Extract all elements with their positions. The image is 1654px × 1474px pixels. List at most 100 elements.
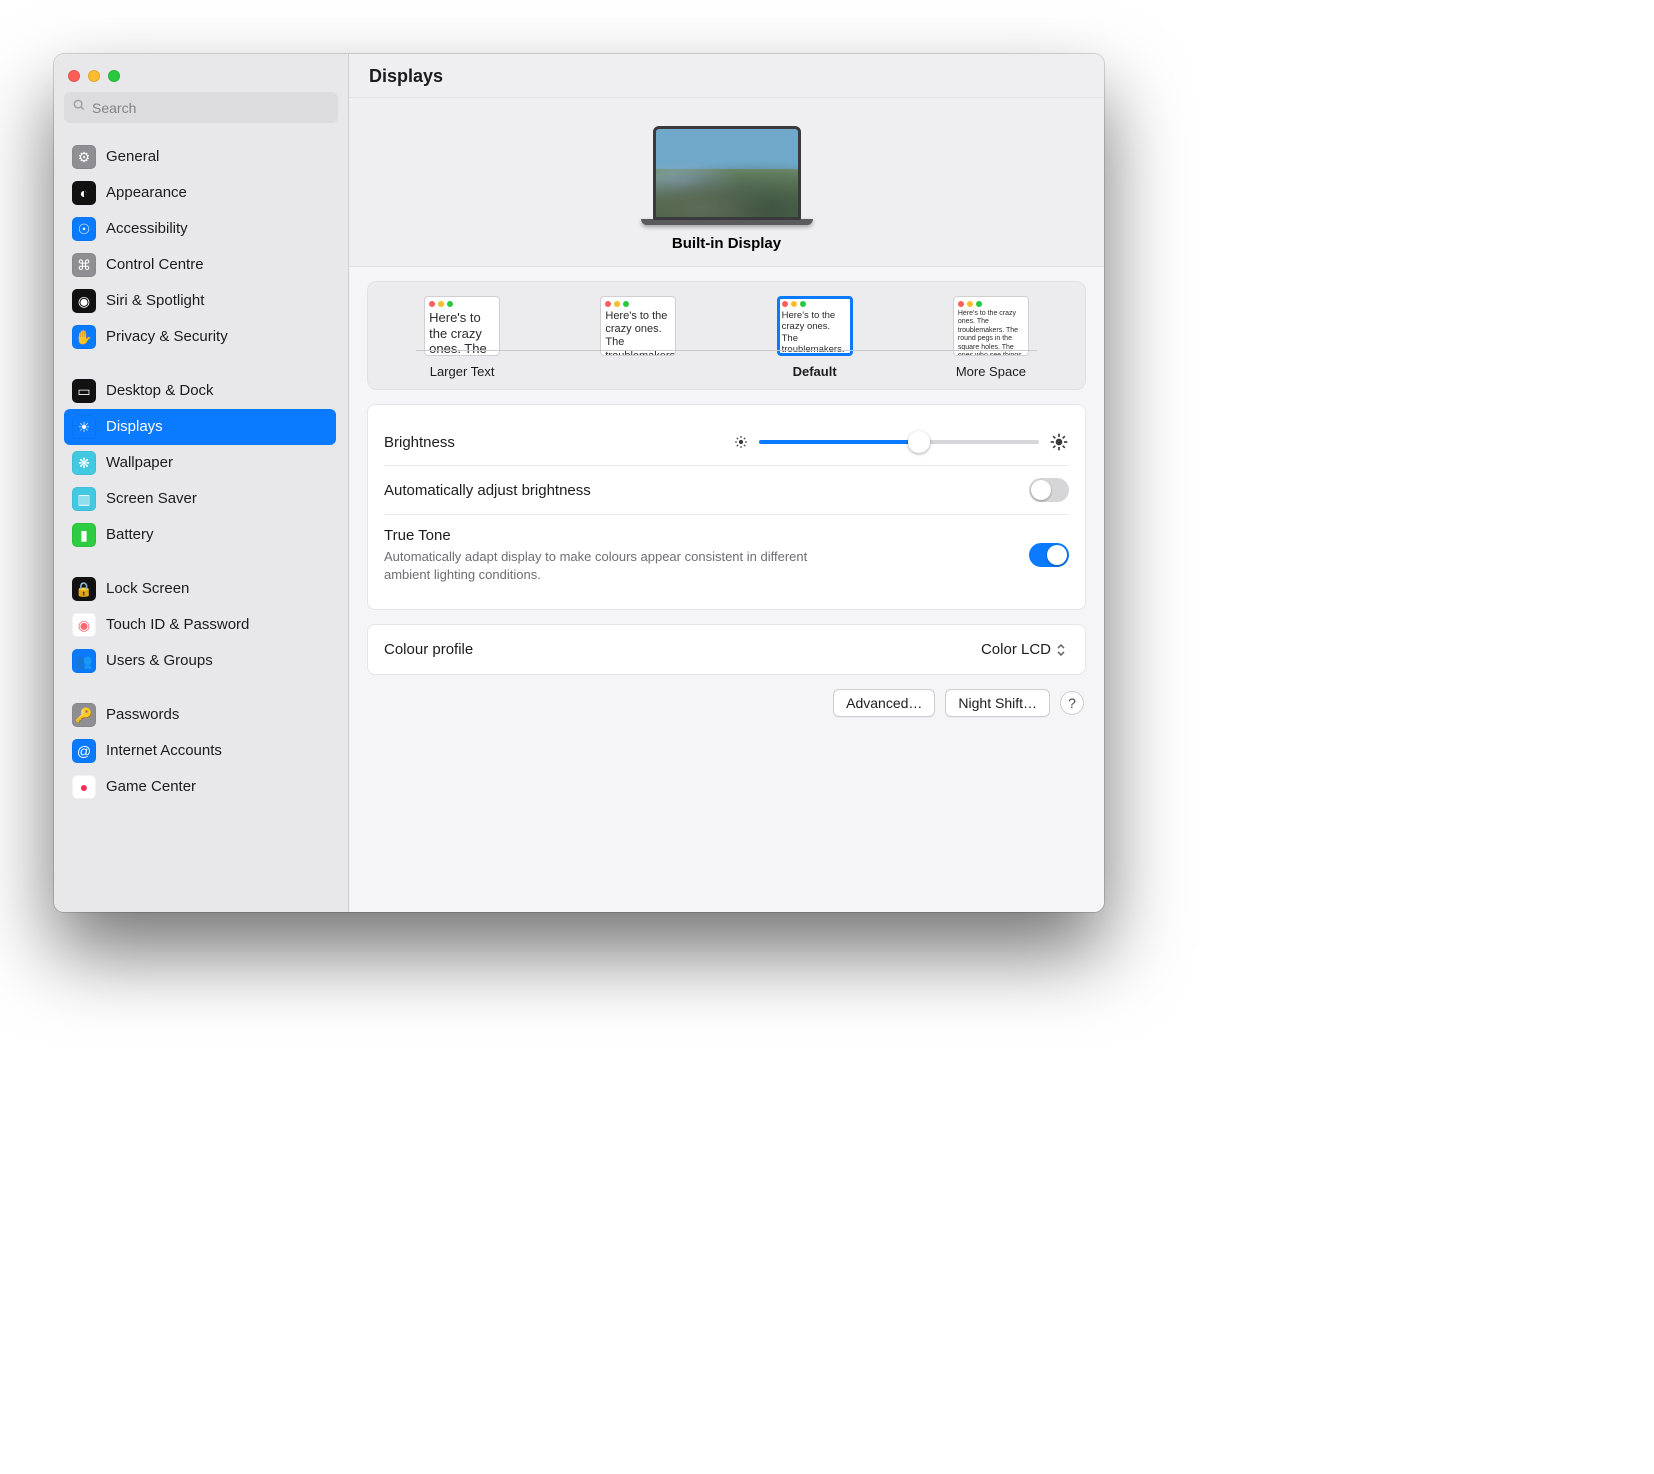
screen-saver-icon: ▥ <box>72 487 96 511</box>
sidebar-item-displays[interactable]: ☀︎ Displays <box>64 409 336 445</box>
displays-icon: ☀︎ <box>72 415 96 439</box>
siri-spotlight-icon: ◉ <box>72 289 96 313</box>
brightness-low-icon <box>733 434 749 450</box>
sidebar-item-privacy-security[interactable]: ✋ Privacy & Security <box>64 319 336 355</box>
sidebar-item-touch-id[interactable]: ◉ Touch ID & Password <box>64 607 336 643</box>
display-settings-card: Brightness <box>367 404 1086 610</box>
sidebar-item-label: Users & Groups <box>106 652 213 670</box>
sidebar-item-label: Appearance <box>106 184 187 202</box>
resolution-column: Here's to the crazy ones. The troublemak… <box>378 296 546 379</box>
sidebar-item-wallpaper[interactable]: ❋ Wallpaper <box>64 445 336 481</box>
resolution-option-label <box>637 364 641 379</box>
sidebar-item-lock-screen[interactable]: 🔒 Lock Screen <box>64 571 336 607</box>
colour-profile-label: Colour profile <box>384 641 473 658</box>
display-name: Built-in Display <box>672 235 781 252</box>
sidebar-item-battery[interactable]: ▮ Battery <box>64 517 336 553</box>
brightness-row: Brightness <box>384 419 1069 465</box>
sidebar-item-appearance[interactable]: ◐ Appearance <box>64 175 336 211</box>
brightness-high-icon <box>1049 432 1069 452</box>
footer-actions: Advanced… Night Shift… ? <box>367 689 1086 717</box>
settings-window: ⚙︎ General ◐ Appearance ☉Accessibility⌘Contr… <box>54 54 1104 912</box>
colour-profile-card: Colour profile Color LCD <box>367 624 1086 675</box>
resolution-column: Here's to the crazy ones. The troublemak… <box>554 296 722 379</box>
wallpaper-icon: ❋ <box>72 451 96 475</box>
touch-id-icon: ◉ <box>72 613 96 637</box>
sidebar-item-siri-spotlight[interactable]: ◉ Siri & Spotlight <box>64 283 336 319</box>
brightness-label: Brightness <box>384 434 455 451</box>
display-screen-icon <box>653 126 801 220</box>
sidebar-item-desktop-dock[interactable]: ▭ Desktop & Dock <box>64 373 336 409</box>
sidebar-item-accessibility[interactable]: ☉Accessibility <box>64 211 336 247</box>
close-window-button[interactable] <box>68 70 80 82</box>
page-titlebar: Displays <box>349 54 1104 98</box>
sidebar-item-label: Touch ID & Password <box>106 616 249 634</box>
search-input[interactable] <box>92 100 330 116</box>
sidebar-item-passwords[interactable]: 🔑 Passwords <box>64 697 336 733</box>
sidebar-item-users-groups[interactable]: 👥Users & Groups <box>64 643 336 679</box>
help-button[interactable]: ? <box>1060 691 1084 715</box>
sidebar-item-label: Battery <box>106 526 154 544</box>
sidebar-item-screen-saver[interactable]: ▥ Screen Saver <box>64 481 336 517</box>
lock-screen-icon: 🔒 <box>72 577 96 601</box>
sidebar-item-label: Screen Saver <box>106 490 197 508</box>
resolution-option-label: Default <box>793 364 837 379</box>
colour-profile-value: Color LCD <box>981 641 1051 658</box>
general-icon: ⚙︎ <box>72 145 96 169</box>
resolution-option-default[interactable]: Here's to the crazy ones. The troublemak… <box>777 296 853 356</box>
true-tone-row: True Tone Automatically adapt display to… <box>384 514 1069 595</box>
resolution-card: Here's to the crazy ones. The troublemak… <box>367 281 1086 390</box>
sidebar-item-label: General <box>106 148 159 166</box>
resolution-option-more-space[interactable]: Here's to the crazy ones. The troublemak… <box>953 296 1029 356</box>
sidebar-item-label: Privacy & Security <box>106 328 228 346</box>
sidebar-item-game-center[interactable]: ● Game Center <box>64 769 336 805</box>
chevron-up-down-icon <box>1055 642 1069 658</box>
true-tone-label: True Tone <box>384 527 844 544</box>
auto-brightness-row: Automatically adjust brightness <box>384 465 1069 514</box>
brightness-slider[interactable] <box>759 431 1039 453</box>
battery-icon: ▮ <box>72 523 96 547</box>
sidebar-item-control-centre[interactable]: ⌘Control Centre <box>64 247 336 283</box>
privacy-security-icon: ✋ <box>72 325 96 349</box>
laptop-icon <box>647 126 807 225</box>
sidebar-item-label: Displays <box>106 418 163 436</box>
colour-profile-select[interactable]: Color LCD <box>981 641 1069 658</box>
advanced-button[interactable]: Advanced… <box>833 689 935 717</box>
accessibility-icon: ☉ <box>72 217 96 241</box>
maximize-window-button[interactable] <box>108 70 120 82</box>
sidebar-item-label: Control Centre <box>106 256 204 274</box>
display-preview: Built-in Display <box>349 98 1104 267</box>
sidebar-item-general[interactable]: ⚙︎ General <box>64 139 336 175</box>
resolution-option-mid-1[interactable]: Here's to the crazy ones. The troublemak… <box>600 296 676 356</box>
sidebar-item-label: Passwords <box>106 706 179 724</box>
desktop-dock-icon: ▭ <box>72 379 96 403</box>
sidebar-search[interactable] <box>64 92 338 123</box>
resolution-column: Here's to the crazy ones. The troublemak… <box>731 296 899 379</box>
resolution-option-label: More Space <box>956 364 1026 379</box>
true-tone-toggle[interactable] <box>1029 543 1069 567</box>
appearance-icon: ◐ <box>72 181 96 205</box>
sidebar-item-internet-accounts[interactable]: @ Internet Accounts <box>64 733 336 769</box>
page-title: Displays <box>369 66 1084 87</box>
brightness-control <box>733 431 1069 453</box>
sidebar-item-label: Lock Screen <box>106 580 189 598</box>
game-center-icon: ● <box>72 775 96 799</box>
main-panel: Displays Built-in Display Here's to the … <box>349 54 1104 912</box>
colour-profile-row: Colour profile Color LCD <box>384 633 1069 666</box>
passwords-icon: 🔑 <box>72 703 96 727</box>
auto-brightness-toggle[interactable] <box>1029 478 1069 502</box>
sidebar-item-label: Internet Accounts <box>106 742 222 760</box>
night-shift-button[interactable]: Night Shift… <box>945 689 1050 717</box>
sidebar-item-label: Wallpaper <box>106 454 173 472</box>
sidebar-item-label: Siri & Spotlight <box>106 292 204 310</box>
sidebar-item-label: Desktop & Dock <box>106 382 214 400</box>
resolution-column: Here's to the crazy ones. The troublemak… <box>907 296 1075 379</box>
sidebar-item-label: Game Center <box>106 778 196 796</box>
auto-brightness-label: Automatically adjust brightness <box>384 482 591 499</box>
internet-accounts-icon: @ <box>72 739 96 763</box>
true-tone-description: Automatically adapt display to make colo… <box>384 548 844 583</box>
minimize-window-button[interactable] <box>88 70 100 82</box>
search-icon <box>72 98 92 117</box>
resolution-option-larger-text[interactable]: Here's to the crazy ones. The troublemak… <box>424 296 500 356</box>
window-controls <box>64 64 338 92</box>
sidebar: ⚙︎ General ◐ Appearance ☉Accessibility⌘Contr… <box>54 54 349 912</box>
